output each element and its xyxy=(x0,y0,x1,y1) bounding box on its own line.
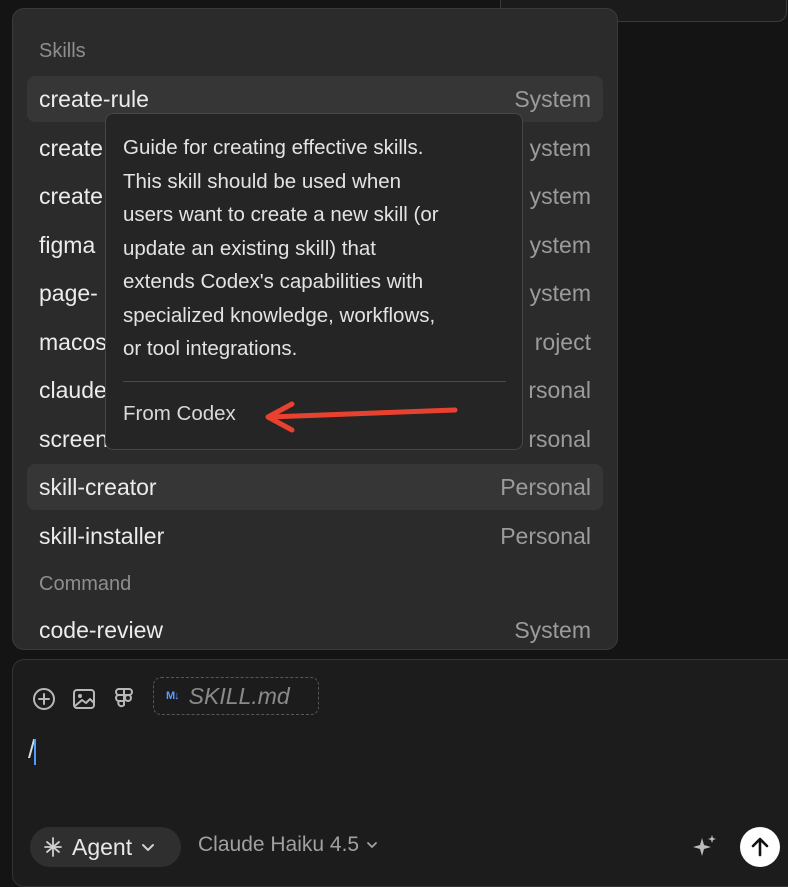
tooltip-line: specialized knowledge, workflows, xyxy=(123,303,436,327)
skills-heading: Skills xyxy=(39,40,86,62)
text-caret xyxy=(34,739,36,765)
skill-source: ystem xyxy=(529,231,591,258)
attachment-name: SKILL.md xyxy=(188,682,290,709)
figma-icon[interactable] xyxy=(111,686,137,712)
skill-name: macos xyxy=(39,328,107,355)
skill-source: Personal xyxy=(500,522,591,549)
command-heading: Command xyxy=(39,573,132,595)
skill-name: skill-installer xyxy=(39,522,165,549)
agent-mode-button[interactable]: Agent xyxy=(30,827,181,867)
tooltip-description: Guide for creating effective skills. Thi… xyxy=(123,131,513,366)
skill-name: skill-creator xyxy=(39,473,157,500)
annotation-arrow xyxy=(265,401,458,433)
skill-item-skill-creator[interactable]: skill-creator Personal xyxy=(27,464,603,510)
skill-name: figma xyxy=(39,231,96,258)
send-button[interactable] xyxy=(740,827,780,867)
skill-source: ystem xyxy=(529,182,591,209)
tooltip-line: users want to create a new skill (or xyxy=(123,203,439,226)
model-selector[interactable]: Claude Haiku 4.5 xyxy=(198,833,379,857)
command-item-code-review[interactable]: code-review System xyxy=(27,607,603,649)
skill-source: Personal xyxy=(500,473,591,500)
skill-source: rsonal xyxy=(528,425,591,452)
attachment-chip-skill-md[interactable]: M↓ SKILL.md xyxy=(153,677,319,715)
tooltip-line: Guide for creating effective skills. xyxy=(123,136,424,159)
skill-name: page- xyxy=(39,279,98,306)
arrow-up-icon xyxy=(751,837,769,857)
skill-source: ystem xyxy=(529,134,591,161)
tooltip-source: From Codex xyxy=(123,402,236,425)
agent-icon xyxy=(44,837,62,857)
add-circle-icon[interactable] xyxy=(31,686,57,712)
model-label: Claude Haiku 4.5 xyxy=(198,833,360,856)
sparkle-icon[interactable] xyxy=(690,832,720,862)
agent-label: Agent xyxy=(72,833,133,860)
skill-name: create xyxy=(39,134,103,161)
skill-source: roject xyxy=(534,328,591,355)
skill-source: System xyxy=(514,85,591,112)
tooltip-divider xyxy=(123,381,506,382)
command-name: code-review xyxy=(39,616,163,643)
markdown-icon: M↓ xyxy=(166,690,180,702)
image-icon[interactable] xyxy=(71,686,97,712)
skill-name: claude xyxy=(39,376,107,403)
tooltip-line: update an existing skill) that xyxy=(123,236,376,260)
tooltip-line: extends Codex's capabilities with xyxy=(123,270,424,293)
command-source: System xyxy=(514,616,591,643)
tooltip-line: This skill should be used when xyxy=(123,169,402,193)
chevron-down-icon xyxy=(142,844,155,851)
skill-item-skill-installer[interactable]: skill-installer Personal xyxy=(27,513,603,559)
skill-source: rsonal xyxy=(528,376,591,403)
skill-name: screen xyxy=(39,425,109,452)
tooltip-line: or tool integrations. xyxy=(123,337,298,360)
skill-source: ystem xyxy=(529,279,591,306)
skill-name: create-rule xyxy=(39,85,149,112)
chevron-down-icon xyxy=(367,842,378,848)
skill-name: create xyxy=(39,182,103,209)
